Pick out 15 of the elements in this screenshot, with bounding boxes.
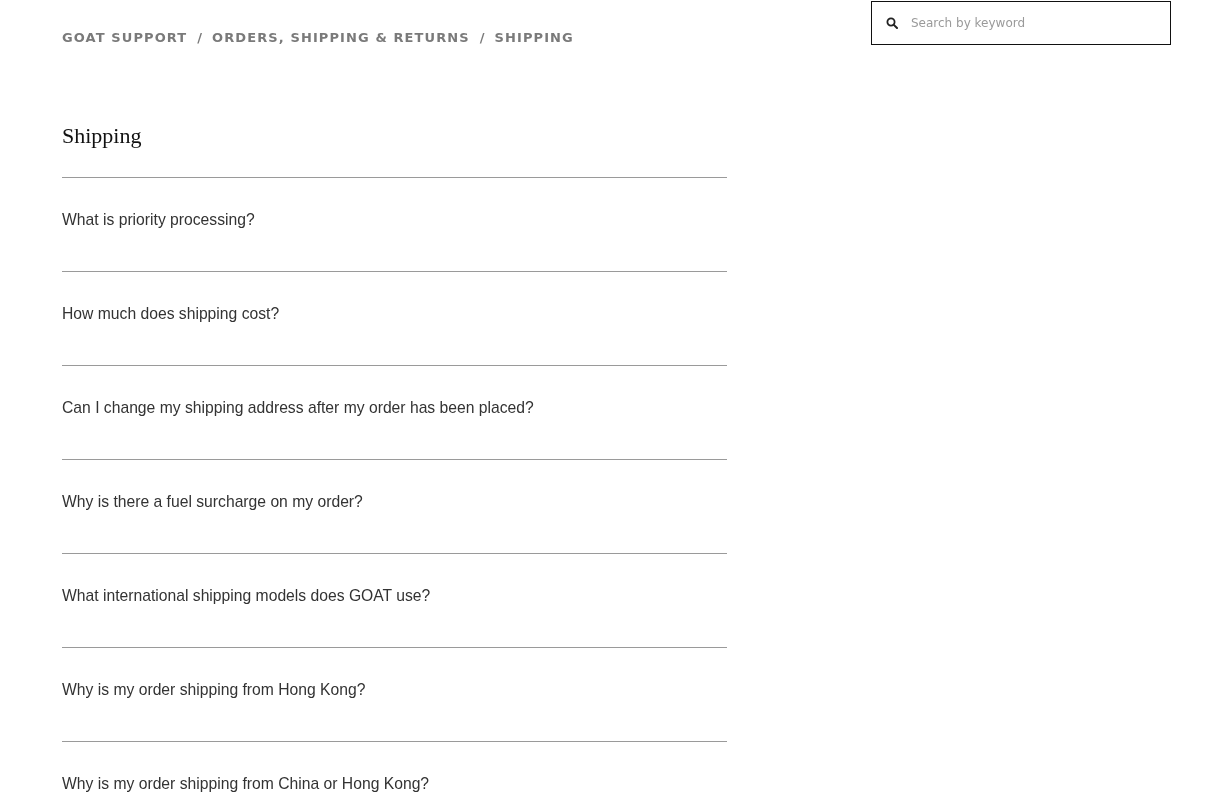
question-link[interactable]: Why is my order shipping from Hong Kong? — [62, 681, 366, 698]
question-link[interactable]: How much does shipping cost? — [62, 305, 280, 322]
breadcrumb-separator: / — [197, 29, 203, 47]
search-field[interactable]: Search by keyword — [871, 1, 1171, 45]
breadcrumb-separator: / — [479, 29, 485, 47]
question-link[interactable]: Why is there a fuel surcharge on my order? — [62, 493, 363, 510]
breadcrumb-link[interactable]: SHIPPING — [494, 29, 574, 47]
breadcrumb-link[interactable]: GOAT SUPPORT — [62, 29, 188, 47]
question-link[interactable]: What international shipping models does GOAT use? — [62, 587, 431, 604]
question-link[interactable]: Can I change my shipping address after my order has been placed? — [62, 399, 534, 416]
question-link[interactable]: What is priority processing? — [62, 211, 255, 228]
question-link[interactable]: Why is my order shipping from China or Hong Kong? — [62, 775, 430, 792]
search-icon — [886, 17, 898, 29]
breadcrumb-link[interactable]: ORDERS, SHIPPING & RETURNS — [212, 29, 470, 47]
section-title: Shipping — [62, 123, 142, 149]
